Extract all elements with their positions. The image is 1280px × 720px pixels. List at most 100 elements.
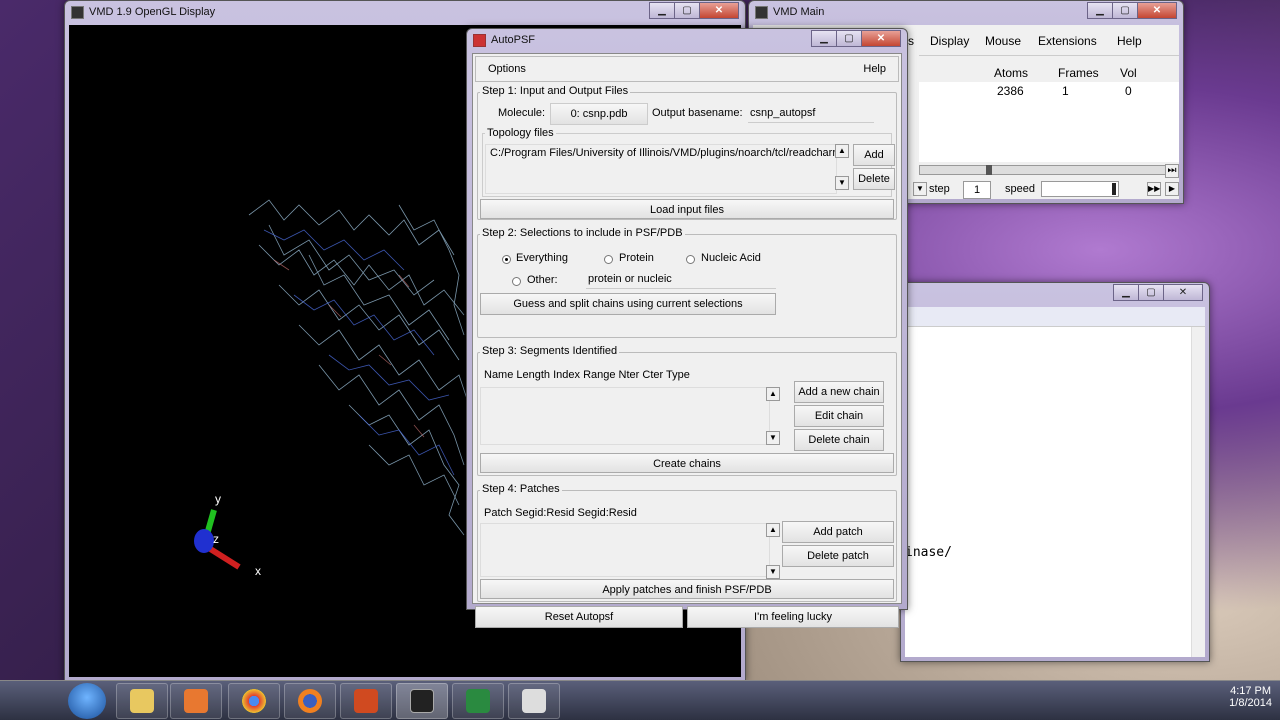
- topology-list[interactable]: C:/Program Files/University of Illinois/…: [485, 144, 837, 194]
- menu-help[interactable]: Help: [1117, 34, 1142, 48]
- basename-input[interactable]: csnp_autopsf: [748, 105, 874, 123]
- tk-icon: [473, 34, 486, 47]
- step-input[interactable]: 1: [963, 181, 991, 199]
- opengl-titlebar[interactable]: VMD 1.9 OpenGL Display ▁ ▢ ✕: [65, 1, 745, 25]
- axis-label-y: y: [215, 492, 221, 506]
- cell-vol: 0: [1125, 84, 1132, 98]
- radio-protein[interactable]: [604, 255, 613, 264]
- recorder-taskbar-icon[interactable]: [508, 683, 560, 719]
- console-window[interactable]: ▁ ▢ ✕ inase/: [900, 282, 1210, 662]
- minimize-button[interactable]: ▁: [1087, 2, 1113, 19]
- col-vol: Vol: [1120, 66, 1137, 80]
- console-output: inase/: [905, 545, 952, 560]
- vmd-main-titlebar[interactable]: VMD Main ▁ ▢ ✕: [749, 1, 1183, 25]
- firefox-taskbar-icon[interactable]: [284, 683, 336, 719]
- autopsf-title: AutoPSF: [491, 34, 536, 46]
- close-button[interactable]: ✕: [1137, 2, 1177, 19]
- cell-frames: 1: [1062, 84, 1069, 98]
- system-tray-clock[interactable]: 4:17 PM 1/8/2014: [1229, 685, 1272, 709]
- menu-options[interactable]: Options: [488, 63, 526, 75]
- delete-topology-button[interactable]: Delete: [853, 168, 895, 190]
- start-button[interactable]: [68, 683, 106, 719]
- step-label: step: [929, 183, 950, 195]
- edit-chain-button[interactable]: Edit chain: [794, 405, 884, 427]
- minimize-button[interactable]: ▁: [1113, 284, 1139, 301]
- minimize-button[interactable]: ▁: [649, 2, 675, 19]
- play-forward-icon[interactable]: ▶: [1165, 182, 1179, 196]
- menu-help[interactable]: Help: [863, 63, 886, 75]
- radio-other[interactable]: [512, 277, 521, 286]
- protein-label: Protein: [619, 252, 654, 264]
- close-button[interactable]: ✕: [1163, 284, 1203, 301]
- step2-group: Step 2: Selections to include in PSF/PDB…: [477, 227, 897, 338]
- feeling-lucky-button[interactable]: I'm feeling lucky: [687, 606, 899, 628]
- vmd-main-title: VMD Main: [773, 6, 825, 18]
- close-button[interactable]: ✕: [699, 2, 739, 19]
- delete-patch-button[interactable]: Delete patch: [782, 545, 894, 567]
- menu-mouse[interactable]: Mouse: [985, 34, 1021, 48]
- explorer-taskbar-icon[interactable]: [116, 683, 168, 719]
- scroll-up-icon[interactable]: ▲: [766, 387, 780, 401]
- step3-legend: Step 3: Segments Identified: [480, 345, 620, 357]
- maximize-button[interactable]: ▢: [1138, 284, 1164, 301]
- vmd-icon: [755, 6, 768, 19]
- maximize-button[interactable]: ▢: [1112, 2, 1138, 19]
- maximize-button[interactable]: ▢: [674, 2, 700, 19]
- molecule-menubutton[interactable]: 0: csnp.pdb: [550, 103, 648, 125]
- prev-icon[interactable]: ▼: [913, 182, 927, 196]
- play-icon[interactable]: ▶▶: [1147, 182, 1161, 196]
- axis-label-z: z: [213, 532, 219, 546]
- patches-list[interactable]: [480, 523, 770, 577]
- excel-taskbar-icon[interactable]: [452, 683, 504, 719]
- scroll-up-icon[interactable]: ▲: [766, 523, 780, 537]
- apply-patches-button[interactable]: Apply patches and finish PSF/PDB: [480, 579, 894, 599]
- console-text-area[interactable]: inase/: [905, 307, 1205, 657]
- other-label: Other:: [527, 274, 558, 286]
- menu-file-partial[interactable]: s: [908, 34, 914, 48]
- topology-legend: Topology files: [485, 127, 556, 139]
- molecule-list[interactable]: 2386 1 0: [919, 82, 1179, 162]
- col-frames: Frames: [1058, 66, 1099, 80]
- console-titlebar[interactable]: ▁ ▢ ✕: [901, 283, 1209, 307]
- create-chains-button[interactable]: Create chains: [480, 453, 894, 473]
- other-selection-input[interactable]: protein or nucleic: [586, 271, 776, 289]
- guess-split-chains-button[interactable]: Guess and split chains using current sel…: [480, 293, 776, 315]
- clock-date: 1/8/2014: [1229, 697, 1272, 709]
- step3-group: Step 3: Segments Identified Name Length …: [477, 345, 897, 476]
- maximize-button[interactable]: ▢: [836, 30, 862, 47]
- scroll-down-icon[interactable]: ▼: [766, 565, 780, 579]
- minimize-button[interactable]: ▁: [811, 30, 837, 47]
- autopsf-titlebar[interactable]: AutoPSF ▁ ▢ ✕: [467, 29, 907, 53]
- topology-file-item[interactable]: C:/Program Files/University of Illinois/…: [490, 147, 836, 159]
- radio-nucleic[interactable]: [686, 255, 695, 264]
- frame-slider[interactable]: [919, 165, 1169, 175]
- scroll-down-icon[interactable]: ▼: [766, 431, 780, 445]
- load-input-files-button[interactable]: Load input files: [480, 199, 894, 219]
- reset-autopsf-button[interactable]: Reset Autopsf: [475, 606, 683, 628]
- add-topology-button[interactable]: Add: [853, 144, 895, 166]
- step4-group: Step 4: Patches Patch Segid:Resid Segid:…: [477, 483, 897, 602]
- speed-slider[interactable]: [1041, 181, 1119, 197]
- z-axis-arrow: [194, 529, 214, 553]
- close-button[interactable]: ✕: [861, 30, 901, 47]
- scroll-down-icon[interactable]: ▼: [835, 176, 849, 190]
- media-player-taskbar-icon[interactable]: [170, 683, 222, 719]
- add-patch-button[interactable]: Add patch: [782, 521, 894, 543]
- vmd-icon: [71, 6, 84, 19]
- autopsf-window[interactable]: AutoPSF ▁ ▢ ✕ Options Help Step 1: Input…: [466, 28, 908, 628]
- vmd-taskbar-icon[interactable]: [396, 683, 448, 719]
- segments-list[interactable]: [480, 387, 770, 445]
- menu-extensions[interactable]: Extensions: [1038, 34, 1097, 48]
- menu-display[interactable]: Display: [930, 34, 969, 48]
- console-scrollbar[interactable]: [1191, 327, 1205, 657]
- delete-chain-button[interactable]: Delete chain: [794, 429, 884, 451]
- forward-end-icon[interactable]: ⏭: [1165, 164, 1179, 178]
- add-chain-button[interactable]: Add a new chain: [794, 381, 884, 403]
- topology-group: Topology files C:/Program Files/Universi…: [482, 127, 895, 197]
- chrome-taskbar-icon[interactable]: [228, 683, 280, 719]
- powerpoint-taskbar-icon[interactable]: [340, 683, 392, 719]
- step1-group: Step 1: Input and Output Files Molecule:…: [477, 85, 897, 220]
- cell-atoms: 2386: [997, 84, 1024, 98]
- scroll-up-icon[interactable]: ▲: [835, 144, 849, 158]
- radio-everything[interactable]: [502, 255, 511, 264]
